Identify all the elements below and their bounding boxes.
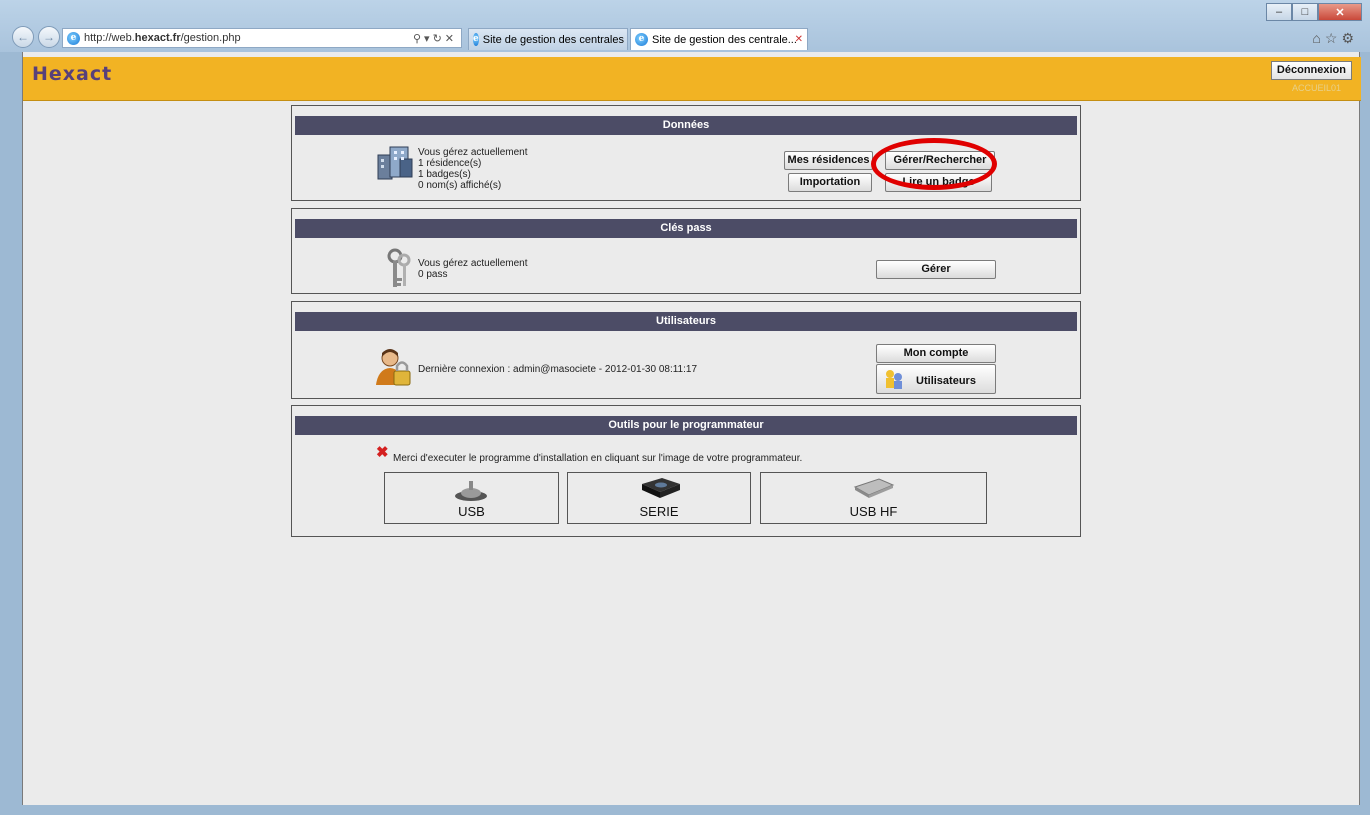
last-login-text: Dernière connexion : admin@masociete - 2… xyxy=(418,364,698,375)
info-line: 1 badges(s) xyxy=(418,169,471,180)
close-window-icon[interactable]: ✕ xyxy=(1318,3,1362,21)
utilisateurs-button[interactable]: Utilisateurs xyxy=(876,364,996,394)
page-content: Hexact Déconnexion ACCUEIL01 Données Vou… xyxy=(22,52,1361,805)
donnees-info: Vous gérez actuellement 1 résidence(s) 1… xyxy=(418,147,528,191)
hexact-logo: Hexact xyxy=(32,63,113,85)
section-title: Clés pass xyxy=(295,219,1077,238)
highlight-ellipse xyxy=(871,138,997,190)
utilisateurs-label: Utilisateurs xyxy=(916,375,976,387)
info-line: 1 résidence(s) xyxy=(418,158,482,169)
tab-1-label: Site de gestion des centrales H... xyxy=(482,33,627,46)
programmer-usb-hf[interactable]: USB HF xyxy=(760,472,987,524)
home-icon[interactable]: ⌂ xyxy=(1312,30,1324,46)
tab-2[interactable]: e Site de gestion des centrale... ✕ xyxy=(630,28,808,50)
section-title: Utilisateurs xyxy=(295,312,1077,331)
keys-icon xyxy=(387,248,411,287)
logout-button[interactable]: Déconnexion xyxy=(1270,61,1352,80)
tab-2-label: Site de gestion des centrale... xyxy=(652,33,797,46)
address-tools-icon[interactable]: ⚲▾↻✕ xyxy=(413,32,457,45)
gear-icon[interactable]: ⚙ xyxy=(1341,30,1358,46)
minimize-icon[interactable]: – xyxy=(1266,3,1292,21)
usb-hf-programmer-icon xyxy=(853,478,895,498)
programmer-label: USB HF xyxy=(849,504,898,519)
window-bottom-frame xyxy=(0,805,1370,815)
importation-button[interactable]: Importation xyxy=(788,173,872,192)
programmer-usb[interactable]: USB xyxy=(384,472,559,524)
section-outils: Outils pour le programmateur ✖ Merci d'e… xyxy=(291,405,1081,537)
install-message: Merci d'executer le programme d'installa… xyxy=(393,453,803,464)
user-code: ACCUEIL01 xyxy=(1291,83,1341,93)
users-icon xyxy=(886,370,902,389)
address-bar[interactable]: e http://web.hexact.fr/gestion.php ⚲▾↻✕ xyxy=(62,28,462,48)
error-icon: ✖ xyxy=(376,444,389,461)
user-lock-icon xyxy=(376,349,411,386)
back-icon[interactable]: ← xyxy=(12,26,34,48)
tab-close-icon[interactable]: ✕ xyxy=(795,34,803,45)
tab-1[interactable]: e Site de gestion des centrales H... xyxy=(468,28,628,50)
serie-programmer-icon xyxy=(642,478,680,498)
mon-compte-button[interactable]: Mon compte xyxy=(876,344,996,363)
section-title: Outils pour le programmateur xyxy=(295,416,1077,435)
section-title: Données xyxy=(295,116,1077,135)
programmer-label: SERIE xyxy=(639,504,679,519)
gerer-pass-button[interactable]: Gérer xyxy=(876,260,996,279)
restore-icon[interactable]: □ xyxy=(1292,3,1318,21)
programmer-serie[interactable]: SERIE xyxy=(567,472,751,524)
usb-programmer-icon xyxy=(455,481,487,501)
mes-residences-button[interactable]: Mes résidences xyxy=(784,151,873,170)
section-cles-pass: Clés pass Vous gérez actuellement 0 pass… xyxy=(291,208,1081,294)
info-line: 0 nom(s) affiché(s) xyxy=(418,180,502,191)
app-header: Hexact Déconnexion ACCUEIL01 xyxy=(23,57,1361,101)
info-line: Vous gérez actuellement xyxy=(418,258,528,269)
ie-icon: e xyxy=(635,33,648,46)
forward-icon[interactable]: → xyxy=(38,26,60,48)
browser-titlebar: – □ ✕ ← → e http://web.hexact.fr/gestion… xyxy=(0,0,1370,52)
cles-pass-info: Vous gérez actuellement 0 pass xyxy=(418,258,528,280)
residence-icon xyxy=(377,146,413,180)
address-url: http://web.hexact.fr/gestion.php xyxy=(84,32,241,44)
ie-icon: e xyxy=(67,31,80,45)
info-line: Vous gérez actuellement xyxy=(418,147,528,158)
programmer-label: USB xyxy=(458,504,485,519)
favorites-icon[interactable]: ☆ xyxy=(1325,30,1342,46)
section-utilisateurs: Utilisateurs Dernière connexion : admin@… xyxy=(291,301,1081,399)
ie-icon: e xyxy=(473,33,479,46)
browser-tools: ⌂☆⚙ xyxy=(1312,30,1358,47)
window-controls: – □ ✕ xyxy=(1266,3,1362,21)
info-line: 0 pass xyxy=(418,269,448,280)
